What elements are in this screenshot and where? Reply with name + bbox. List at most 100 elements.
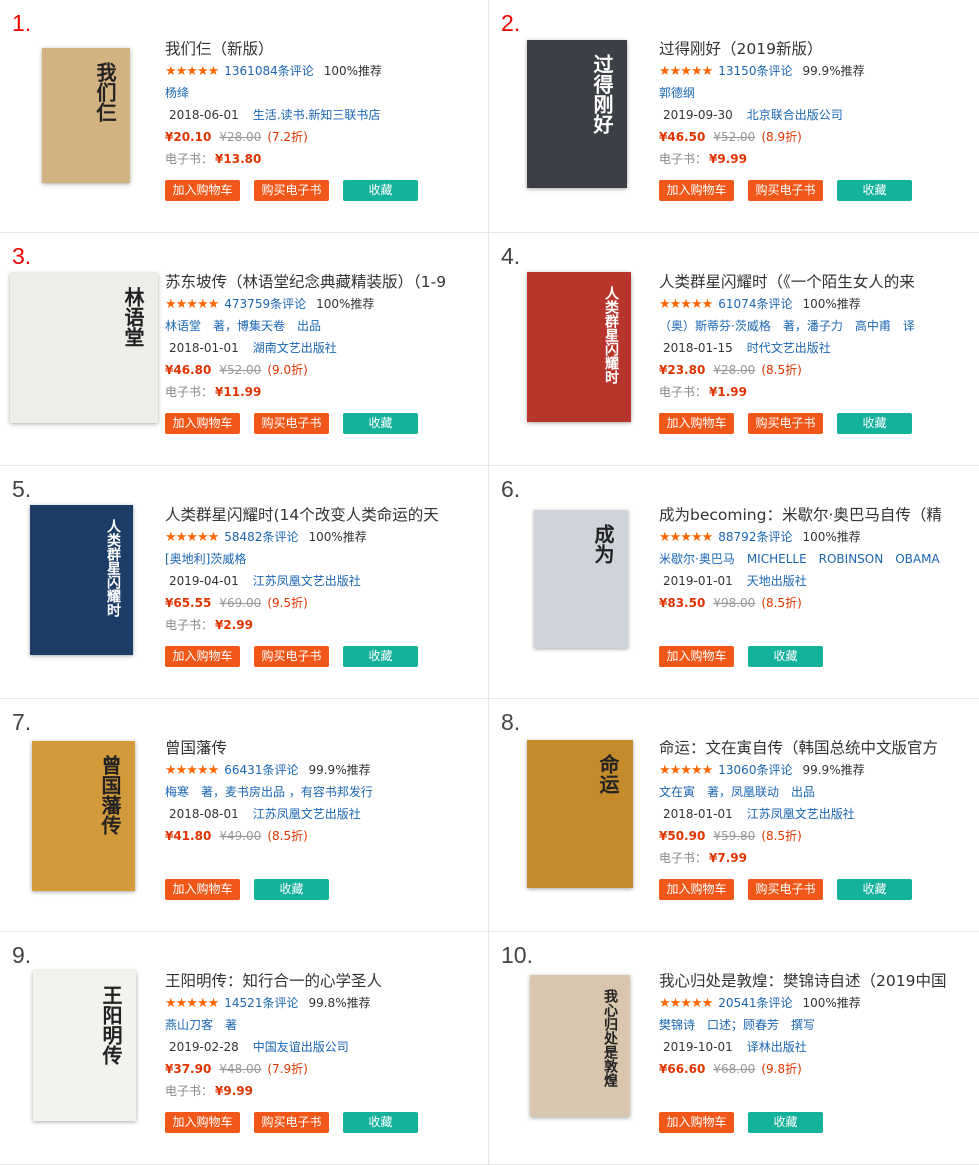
favorite-button[interactable]: 收藏 xyxy=(837,879,912,900)
book-title-link[interactable]: 过得刚好（2019新版） xyxy=(659,38,979,60)
ebook-price-row: 电子书： ¥11.99 xyxy=(165,381,485,403)
favorite-button[interactable]: 收藏 xyxy=(837,413,912,434)
add-to-cart-button[interactable]: 加入购物车 xyxy=(165,413,240,434)
publish-date: 2018-01-01 xyxy=(169,341,239,355)
publisher-link[interactable]: 江苏凤凰文艺出版社 xyxy=(253,574,361,588)
review-count-link[interactable]: 61074条评论 xyxy=(718,297,792,311)
favorite-button[interactable]: 收藏 xyxy=(343,646,418,667)
author-link[interactable]: （奥）斯蒂芬·茨威格 著，潘子力 高中甫 译 xyxy=(659,315,979,337)
add-to-cart-button[interactable]: 加入购物车 xyxy=(659,413,734,434)
publisher-link[interactable]: 天地出版社 xyxy=(747,574,807,588)
book-title-link[interactable]: 人类群星闪耀时（《一个陌生女人的来 xyxy=(659,271,979,293)
action-buttons: 加入购物车 收藏 xyxy=(165,879,343,900)
publisher-link[interactable]: 译林出版社 xyxy=(747,1040,807,1054)
author-link[interactable]: [奥地利]茨威格 xyxy=(165,548,485,570)
favorite-button[interactable]: 收藏 xyxy=(837,180,912,201)
book-ranking-list: 1. 我们仨 我们仨（新版） ★★★★★ 1361084条评论 100%推荐 杨绛 2018-… xyxy=(0,0,979,1165)
publisher-link[interactable]: 北京联合出版公司 xyxy=(747,108,843,122)
buy-ebook-button[interactable]: 购买电子书 xyxy=(748,180,823,201)
price-row: ¥46.80 ¥52.00 (9.0折) xyxy=(165,359,485,381)
favorite-button[interactable]: 收藏 xyxy=(748,646,823,667)
publisher-link[interactable]: 江苏凤凰文艺出版社 xyxy=(747,807,855,821)
cover-title-text: 人类群星闪耀时 xyxy=(603,286,619,384)
book-cover-image[interactable]: 林语堂 xyxy=(10,273,158,423)
author-link[interactable]: 樊锦诗 口述；顾春芳 撰写 xyxy=(659,1014,979,1036)
add-to-cart-button[interactable]: 加入购物车 xyxy=(659,879,734,900)
favorite-button[interactable]: 收藏 xyxy=(343,180,418,201)
book-title-link[interactable]: 王阳明传：知行合一的心学圣人 xyxy=(165,970,485,992)
add-to-cart-button[interactable]: 加入购物车 xyxy=(659,646,734,667)
recommend-rate: 100%推荐 xyxy=(802,297,861,311)
favorite-button[interactable]: 收藏 xyxy=(748,1112,823,1133)
recommend-rate: 99.9%推荐 xyxy=(802,763,865,777)
book-cover-image[interactable]: 过得刚好 xyxy=(527,40,627,188)
publisher-link[interactable]: 时代文艺出版社 xyxy=(747,341,831,355)
review-count-link[interactable]: 13060条评论 xyxy=(718,763,792,777)
book-cover-image[interactable]: 王阳明传 xyxy=(33,971,136,1121)
buy-ebook-button[interactable]: 购买电子书 xyxy=(254,180,329,201)
review-count-link[interactable]: 66431条评论 xyxy=(224,763,298,777)
rating-row: ★★★★★ 20541条评论 100%推荐 xyxy=(659,992,979,1014)
book-cover-image[interactable]: 曾国藩传 xyxy=(32,741,135,891)
author-link[interactable]: 燕山刀客 著 xyxy=(165,1014,485,1036)
book-cover-image[interactable]: 人类群星闪耀时 xyxy=(30,505,133,655)
buy-ebook-button[interactable]: 购买电子书 xyxy=(254,413,329,434)
publisher-link[interactable]: 湖南文艺出版社 xyxy=(253,341,337,355)
discount-rate: (8.5折) xyxy=(267,829,308,843)
ebook-label: 电子书： xyxy=(165,618,214,632)
author-link[interactable]: 米歇尔·奥巴马 MICHELLE ROBINSON OBAMA xyxy=(659,548,979,570)
add-to-cart-button[interactable]: 加入购物车 xyxy=(165,646,240,667)
publisher-link[interactable]: 生活.读书.新知三联书店 xyxy=(253,108,381,122)
review-count-link[interactable]: 473759条评论 xyxy=(224,297,306,311)
ebook-price-row: 电子书： ¥9.99 xyxy=(165,1080,485,1102)
review-count-link[interactable]: 58482条评论 xyxy=(224,530,298,544)
add-to-cart-button[interactable]: 加入购物车 xyxy=(165,180,240,201)
add-to-cart-button[interactable]: 加入购物车 xyxy=(659,180,734,201)
add-to-cart-button[interactable]: 加入购物车 xyxy=(659,1112,734,1133)
publisher-link[interactable]: 中国友谊出版公司 xyxy=(253,1040,349,1054)
buy-ebook-button[interactable]: 购买电子书 xyxy=(254,1112,329,1133)
review-count-link[interactable]: 13150条评论 xyxy=(718,64,792,78)
book-title-link[interactable]: 我们仨（新版） xyxy=(165,38,485,60)
book-title-link[interactable]: 人类群星闪耀时(14个改变人类命运的天 xyxy=(165,504,485,526)
price-row: ¥50.90 ¥59.80 (8.5折) xyxy=(659,825,979,847)
author-link[interactable]: 郭德纲 xyxy=(659,82,979,104)
buy-ebook-button[interactable]: 购买电子书 xyxy=(254,646,329,667)
rating-stars-icon: ★★★★★ xyxy=(165,996,219,1011)
book-card: 1. 我们仨 我们仨（新版） ★★★★★ 1361084条评论 100%推荐 杨绛 2018-… xyxy=(0,0,489,233)
book-title-link[interactable]: 成为becoming：米歇尔·奥巴马自传（精 xyxy=(659,504,979,526)
review-count-link[interactable]: 14521条评论 xyxy=(224,996,298,1010)
book-cover-image[interactable]: 人类群星闪耀时 xyxy=(527,272,631,422)
rating-stars-icon: ★★★★★ xyxy=(659,763,713,778)
book-card: 4. 人类群星闪耀时 人类群星闪耀时（《一个陌生女人的来 ★★★★★ 61074条评论 1… xyxy=(489,233,979,466)
book-cover-image[interactable]: 成为 xyxy=(534,510,628,648)
buy-ebook-button[interactable]: 购买电子书 xyxy=(748,879,823,900)
book-title-link[interactable]: 我心归处是敦煌：樊锦诗自述（2019中国 xyxy=(659,970,979,992)
add-to-cart-button[interactable]: 加入购物车 xyxy=(165,879,240,900)
favorite-button[interactable]: 收藏 xyxy=(343,1112,418,1133)
publish-date: 2019-10-01 xyxy=(663,1040,733,1054)
author-link[interactable]: 杨绛 xyxy=(165,82,485,104)
author-link[interactable]: 林语堂 著，博集天卷 出品 xyxy=(165,315,485,337)
ebook-price-row: 电子书： ¥7.99 xyxy=(659,847,979,869)
buy-ebook-button[interactable]: 购买电子书 xyxy=(748,413,823,434)
book-title-link[interactable]: 曾国藩传 xyxy=(165,737,485,759)
add-to-cart-button[interactable]: 加入购物车 xyxy=(165,1112,240,1133)
publisher-link[interactable]: 江苏凤凰文艺出版社 xyxy=(253,807,361,821)
publish-date: 2018-01-15 xyxy=(663,341,733,355)
book-title-link[interactable]: 苏东坡传（林语堂纪念典藏精装版）（1-9 xyxy=(165,271,485,293)
book-title-link[interactable]: 命运：文在寅自传（韩国总统中文版官方 xyxy=(659,737,979,759)
favorite-button[interactable]: 收藏 xyxy=(254,879,329,900)
rank-number: 10. xyxy=(501,942,533,968)
book-cover-image[interactable]: 命运 xyxy=(527,740,633,888)
author-link[interactable]: 文在寅 著，凤凰联动 出品 xyxy=(659,781,979,803)
review-count-link[interactable]: 1361084条评论 xyxy=(224,64,313,78)
ebook-label: 电子书： xyxy=(165,152,214,166)
favorite-button[interactable]: 收藏 xyxy=(343,413,418,434)
review-count-link[interactable]: 20541条评论 xyxy=(718,996,792,1010)
book-cover-image[interactable]: 我心归处是敦煌 xyxy=(530,975,630,1117)
review-count-link[interactable]: 88792条评论 xyxy=(718,530,792,544)
author-link[interactable]: 梅寒 著，麦书房出品 ，有容书邦发行 xyxy=(165,781,485,803)
discount-rate: (9.8折) xyxy=(761,1062,802,1076)
book-cover-image[interactable]: 我们仨 xyxy=(42,48,130,183)
